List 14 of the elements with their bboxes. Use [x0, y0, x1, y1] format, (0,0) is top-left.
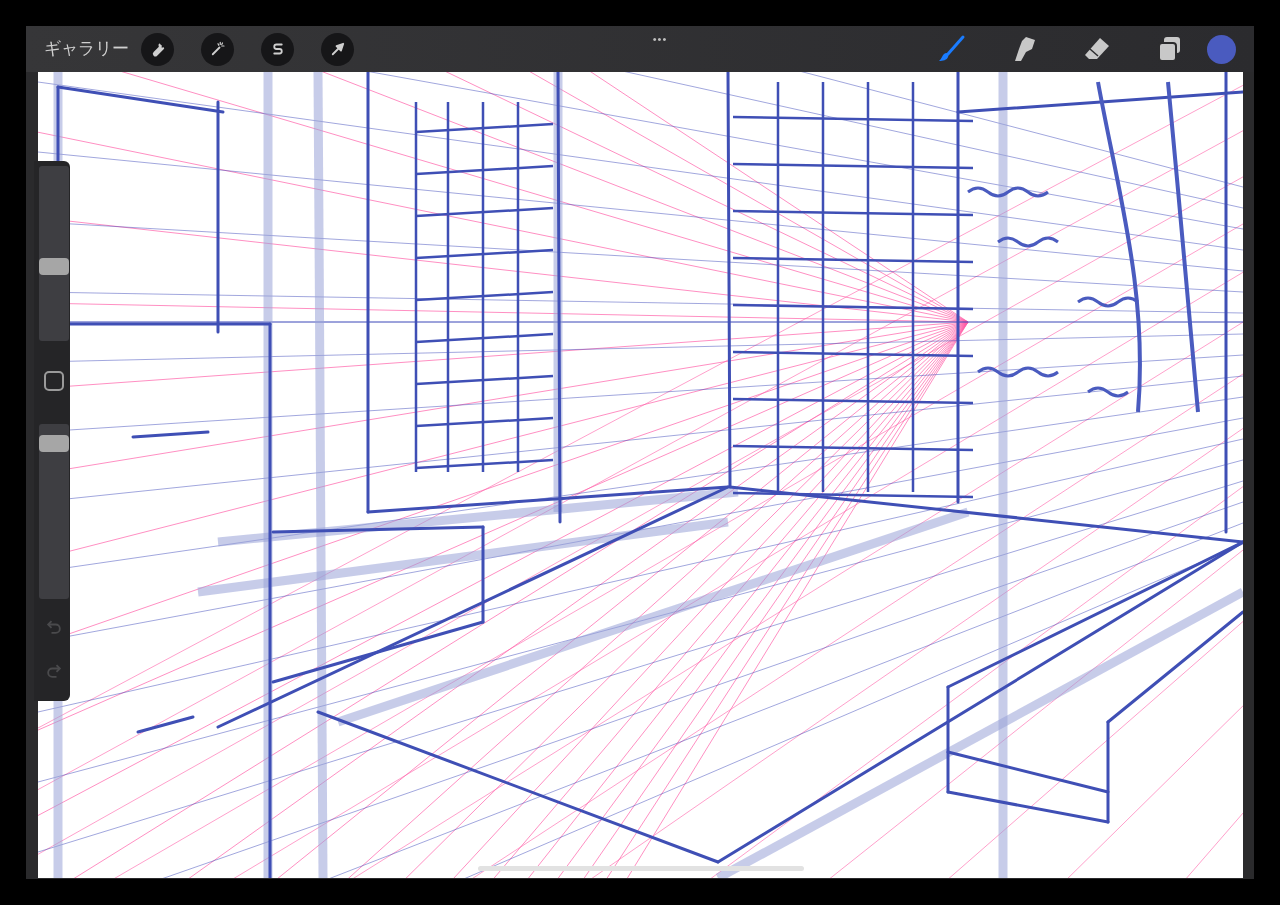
toolbar-button[interactable]	[201, 32, 234, 66]
toolbar-button[interactable]	[141, 32, 174, 66]
tool-button[interactable]	[936, 34, 966, 64]
more-button[interactable]: •••	[652, 30, 668, 48]
gallery-button[interactable]: ギャラリー	[44, 36, 129, 62]
slider-thumb[interactable]	[39, 257, 69, 275]
toolbar-button[interactable]	[261, 32, 294, 66]
opacity-slider[interactable]	[39, 424, 69, 599]
modify-button[interactable]	[44, 371, 64, 391]
slider-thumb[interactable]	[39, 435, 69, 453]
brush-icon	[936, 34, 966, 64]
brush-size-slider[interactable]	[39, 166, 69, 341]
color-swatch[interactable]	[1207, 34, 1236, 64]
toolbar-button[interactable]	[321, 32, 354, 66]
